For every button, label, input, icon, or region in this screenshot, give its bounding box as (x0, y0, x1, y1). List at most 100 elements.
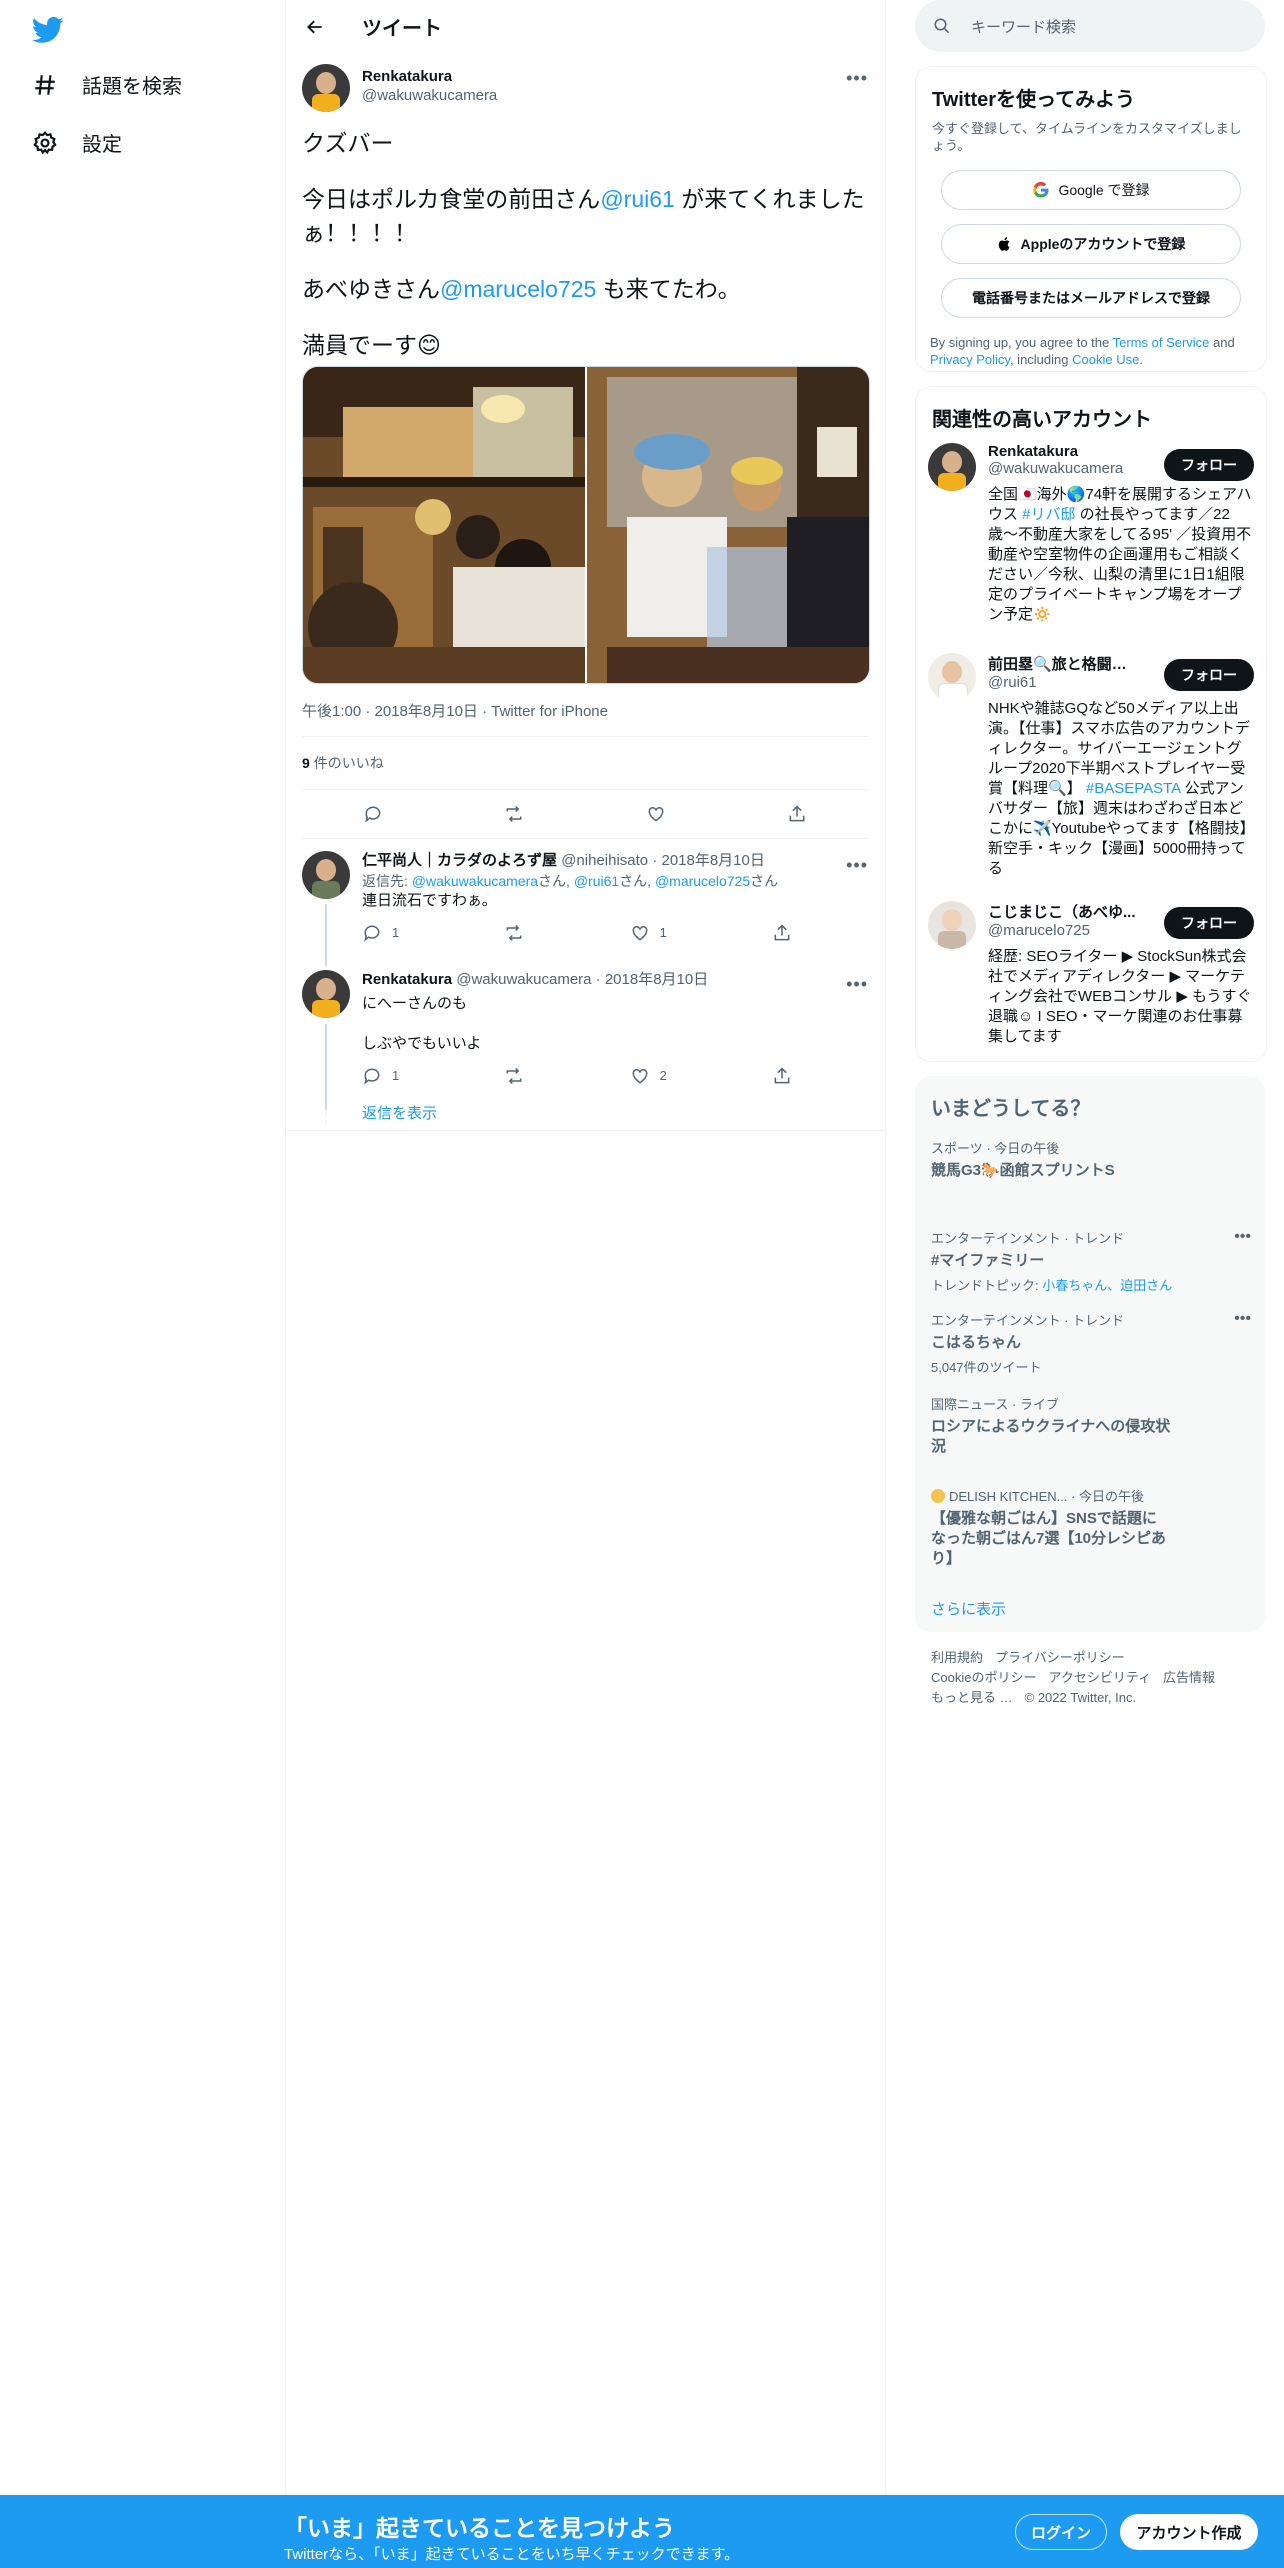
account-name: こじまじこ（あべゆ... (988, 904, 1136, 921)
footer-cookie-link[interactable]: Cookieのポリシー (931, 1670, 1036, 1685)
like-icon (632, 925, 647, 941)
footer-more-link[interactable]: もっと見る … (931, 1690, 1013, 1705)
trend-category: DELISH KITCHEN... · 今日の午後 (931, 1486, 1251, 1505)
more-options-icon[interactable]: ••• (846, 855, 868, 876)
nav-settings[interactable]: 設定 (32, 128, 122, 157)
mention-link[interactable]: @rui61 (600, 186, 675, 212)
relevant-accounts-card: 関連性の高いアカウント Renkatakura @wakuwakucamera … (915, 386, 1267, 1062)
mention-link[interactable]: @marucelo725 (655, 873, 750, 889)
retweet-icon (506, 1067, 522, 1085)
search-input[interactable]: キーワード検索 (915, 0, 1265, 52)
show-more-link[interactable]: さらに表示 (931, 1598, 1006, 1619)
avatar[interactable] (928, 443, 976, 491)
mention-link[interactable]: @wakuwakucamera (412, 873, 538, 889)
reply-button[interactable]: 1 (362, 923, 399, 943)
avatar[interactable] (302, 851, 350, 899)
back-button[interactable] (298, 10, 332, 44)
reply-actions: 1 2 (362, 1066, 792, 1086)
reply-author-handle[interactable]: @niheihisato (561, 852, 648, 869)
divider (286, 1130, 885, 1131)
avatar[interactable] (928, 901, 976, 949)
avatar[interactable] (928, 653, 976, 701)
reply-date[interactable]: · 2018年8月10日 (596, 971, 709, 988)
phone-email-signup-button[interactable]: 電話番号またはメールアドレスで登録 (941, 278, 1241, 318)
trend-item[interactable]: エンターテインメント · トレンド #マイファミリー トレンドトピック: 小春ち… (931, 1228, 1251, 1294)
likes-count-bar[interactable]: 9 件のいいね (302, 736, 868, 790)
retweet-icon (506, 924, 522, 942)
follow-button[interactable]: フォロー (1164, 659, 1254, 691)
trend-item[interactable]: 国際ニュース · ライブ ロシアによるウクライナへの侵攻状況 (931, 1394, 1251, 1457)
search-icon (934, 18, 950, 34)
like-button[interactable]: 1 (630, 923, 667, 943)
hashtag-link[interactable]: #リバ邸 (1022, 506, 1075, 523)
trend-item[interactable]: スポーツ · 今日の午後 競馬G3🐎函館スプリントS (931, 1138, 1251, 1181)
tweet-text: クズバー 今日はポルカ食堂の前田さん@rui61 が来てくれましたぁ！！！！ あ… (302, 126, 868, 384)
cookie-link[interactable]: Cookie Use (1072, 352, 1139, 367)
terms-link[interactable]: Terms of Service (1113, 335, 1210, 350)
google-signup-button[interactable]: Google で登録 (941, 170, 1241, 210)
reply-icon[interactable] (363, 804, 383, 824)
apple-icon (998, 237, 1010, 251)
author-handle[interactable]: @wakuwakucamera (362, 87, 497, 104)
mention-link[interactable]: @rui61 (574, 873, 619, 889)
retweet-icon[interactable] (504, 804, 524, 824)
delish-kitchen-avatar (931, 1489, 945, 1503)
more-options-icon[interactable]: ••• (846, 68, 868, 89)
reply-author-name[interactable]: Renkatakura (362, 971, 452, 988)
show-replies-link[interactable]: 返信を表示 (362, 1102, 437, 1123)
photo-2[interactable] (587, 367, 869, 683)
footer-accessibility-link[interactable]: アクセシビリティ (1048, 1670, 1151, 1685)
likes-label: 件のいいね (313, 755, 384, 771)
apple-signup-button[interactable]: Appleのアカウントで登録 (941, 224, 1241, 264)
privacy-link[interactable]: Privacy Policy (930, 352, 1010, 367)
more-options-icon[interactable]: ••• (1234, 1228, 1251, 1246)
follow-button[interactable]: フォロー (1164, 449, 1254, 481)
follow-button[interactable]: フォロー (1164, 907, 1254, 939)
more-options-icon[interactable]: ••• (846, 974, 868, 995)
signup-card: Twitterを使ってみよう 今すぐ登録して、タイムラインをカスタマイズしましょ… (915, 66, 1267, 372)
avatar[interactable] (302, 64, 350, 112)
reply-author-name[interactable]: 仁平尚人｜カラダのよろず屋 (362, 852, 557, 869)
author-name[interactable]: Renkatakura (362, 68, 497, 85)
reply-date[interactable]: · 2018年8月10日 (652, 852, 765, 869)
hashtag-link[interactable]: #BASEPASTA (1086, 780, 1181, 797)
tweet-media (302, 366, 870, 684)
avatar[interactable] (302, 970, 350, 1018)
search-placeholder: キーワード検索 (971, 18, 1077, 36)
gear-icon (33, 130, 57, 154)
nav-settings-label: 設定 (82, 134, 122, 156)
like-button[interactable]: 2 (630, 1066, 667, 1086)
share-button[interactable] (772, 923, 792, 943)
account-name: Renkatakura (988, 443, 1079, 460)
google-icon (1033, 181, 1049, 198)
signup-legal: By signing up, you agree to the Terms of… (930, 335, 1235, 367)
reply-actions: 1 1 (362, 923, 792, 943)
tweet-line: 今日はポルカ食堂の前田さん@rui61 が来てくれましたぁ！！！！ (302, 186, 865, 246)
bottom-bar-subtitle: Twitterなら、「いま」起きていることをいち早くチェックできます。 (284, 2546, 740, 2563)
reply-author-handle[interactable]: @wakuwakucamera (456, 971, 591, 988)
trend-item[interactable]: DELISH KITCHEN... · 今日の午後 【優雅な朝ごはん】SNSで話… (931, 1486, 1251, 1569)
footer-ads-link[interactable]: 広告情報 (1163, 1670, 1215, 1685)
mention-link[interactable]: @marucelo725 (440, 276, 596, 302)
tweet-timestamp[interactable]: 午後1:00 · 2018年8月10日 · Twitter for iPhone (302, 700, 608, 721)
trend-item[interactable]: エンターテインメント · トレンド こはるちゃん 5,047件のツイート ••• (931, 1310, 1251, 1376)
footer-terms-link[interactable]: 利用規約 (931, 1650, 983, 1665)
twitter-logo-icon[interactable] (32, 14, 64, 46)
footer-privacy-link[interactable]: プライバシーポリシー (995, 1650, 1125, 1665)
signup-button[interactable]: アカウント作成 (1120, 2514, 1258, 2550)
retweet-button[interactable] (504, 923, 524, 943)
reply-tweet[interactable]: 仁平尚人｜カラダのよろず屋 @niheihisato · 2018年8月10日 … (302, 851, 868, 951)
like-icon[interactable] (646, 804, 666, 824)
reply-button[interactable]: 1 (362, 1066, 399, 1086)
share-button[interactable] (772, 1066, 792, 1086)
share-icon[interactable] (787, 804, 807, 824)
tweet-author: Renkatakura @wakuwakucamera ••• (302, 64, 868, 114)
tweet-line: 満員でーす😊 (302, 332, 441, 358)
trend-category: エンターテインメント · トレンド (931, 1231, 1125, 1246)
reply-tweet[interactable]: Renkatakura @wakuwakucamera · 2018年8月10日… (302, 970, 868, 1090)
photo-1[interactable] (303, 367, 585, 683)
retweet-button[interactable] (504, 1066, 524, 1086)
login-button[interactable]: ログイン (1015, 2514, 1107, 2550)
nav-explore[interactable]: 話題を検索 (32, 70, 182, 99)
more-options-icon[interactable]: ••• (1234, 1310, 1251, 1328)
